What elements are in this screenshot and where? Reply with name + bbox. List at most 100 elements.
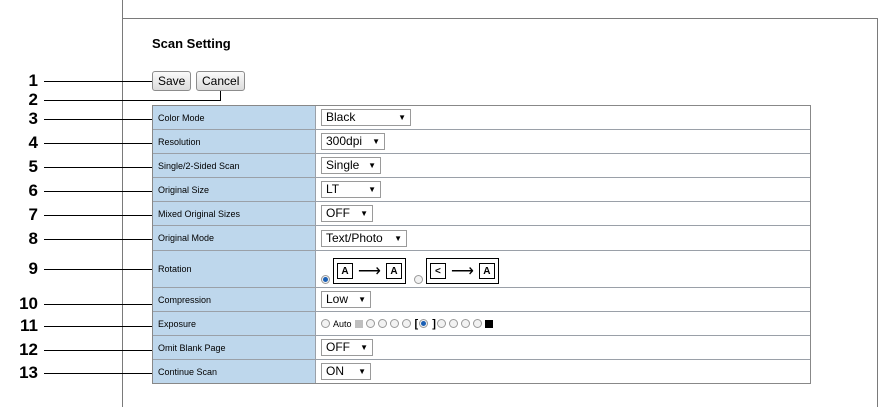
callout-line [44,81,152,82]
callout-number: 10 [19,294,38,313]
save-button[interactable]: Save [152,71,192,91]
original-mode-select[interactable]: Text/Photo ▼ [321,229,407,247]
select-value: 300dpi [326,134,363,148]
chevron-down-icon: ▼ [360,343,368,352]
chevron-down-icon: ▼ [368,161,376,170]
left-bracket-icon: [ [414,317,419,330]
page-title: Scan Setting [152,36,231,51]
callout-number: 12 [19,340,38,359]
rotated-letter-a-icon: < [429,263,446,279]
callout-2-riser [220,91,221,101]
row-value: ON ▼ [316,360,810,383]
row-label: Mixed Original Sizes [153,202,316,225]
callout-number: 9 [28,259,38,278]
callout-8: 8 [0,229,152,249]
exposure-level-4-radio[interactable] [401,319,411,328]
page-frame-top [122,18,878,19]
callout-number: 4 [28,133,38,152]
row-value: OFF ▼ [316,336,810,359]
callout-13: 13 [0,363,152,383]
mixed-sizes-select[interactable]: OFF ▼ [321,205,373,222]
exposure-level-1-radio[interactable] [365,319,375,328]
select-value: OFF [326,340,350,354]
row-value: Single ▼ [316,154,810,177]
rotation-option-2-diagram: < ⟶ A [425,258,499,284]
exposure-level-8-radio[interactable] [460,319,470,328]
page-frame-right [877,18,878,407]
row-value: Text/Photo ▼ [316,226,810,250]
letter-a-icon: A [385,263,402,279]
row-resolution: Resolution 300dpi ▼ [153,130,810,154]
row-value: A ⟶ A < ⟶ A [316,251,810,287]
exposure-control: Auto [ ] [316,312,810,335]
sided-scan-select[interactable]: Single ▼ [321,157,381,174]
exposure-level-2-radio[interactable] [377,319,387,328]
row-mixed-sizes: Mixed Original Sizes OFF ▼ [153,202,810,226]
continue-scan-select[interactable]: ON ▼ [321,363,371,380]
row-color-mode: Color Mode Black ▼ [153,106,810,130]
row-value: 300dpi ▼ [316,130,810,153]
callout-10: 10 [0,294,152,314]
row-value: Low ▼ [316,288,810,311]
callout-6: 6 [0,181,152,201]
exposure-level-3-radio[interactable] [389,319,399,328]
chevron-down-icon: ▼ [360,209,368,218]
rotation-option-1-radio[interactable] [321,275,330,284]
right-bracket-icon: ] [432,317,436,330]
row-original-size: Original Size LT ▼ [153,178,810,202]
row-label: Resolution [153,130,316,153]
callout-line [44,304,152,305]
row-value: OFF ▼ [316,202,810,225]
callout-number: 5 [28,157,38,176]
row-label: Original Size [153,178,316,201]
row-label: Compression [153,288,316,311]
exposure-level-7-radio[interactable] [448,319,458,328]
callout-line [44,191,152,192]
callout-number: 6 [28,181,38,200]
compression-select[interactable]: Low ▼ [321,291,371,308]
row-continue-scan: Continue Scan ON ▼ [153,360,810,383]
rotation-option-2-radio[interactable] [413,275,423,284]
scan-settings-table: Color Mode Black ▼ Resolution 300dpi ▼ S… [152,105,811,384]
callout-line [44,215,152,216]
callout-line [44,239,152,240]
select-value: Low [326,292,349,306]
exposure-level-9-radio[interactable] [472,319,482,328]
resolution-select[interactable]: 300dpi ▼ [321,133,385,150]
exposure-auto-label: Auto [333,318,352,329]
cancel-button[interactable]: Cancel [196,71,246,91]
select-value: Black [326,110,356,124]
select-value: LT [326,182,340,196]
callout-number: 8 [28,229,38,248]
row-rotation: Rotation A ⟶ A < ⟶ A [153,251,810,288]
row-omit-blank: Omit Blank Page OFF ▼ [153,336,810,360]
callout-7: 7 [0,205,152,225]
callout-line [44,326,152,327]
select-value: Text/Photo [326,230,383,245]
row-label: Rotation [153,251,316,287]
exposure-auto-radio[interactable] [321,319,330,328]
row-sided-scan: Single/2-Sided Scan Single ▼ [153,154,810,178]
callout-9: 9 [0,259,152,279]
callout-number: 1 [28,71,38,90]
original-size-select[interactable]: LT ▼ [321,181,381,198]
select-value: ON [326,364,344,378]
callout-line [44,119,152,120]
chevron-down-icon: ▼ [372,137,380,146]
row-label: Original Mode [153,226,316,250]
omit-blank-select[interactable]: OFF ▼ [321,339,373,356]
callout-line [44,269,152,270]
row-value: LT ▼ [316,178,810,201]
callout-4: 4 [0,133,152,153]
light-square-icon [354,319,363,328]
color-mode-select[interactable]: Black ▼ [321,109,411,126]
dark-square-icon [484,319,493,328]
callout-1: 1 [0,71,152,91]
callout-number: 11 [20,316,38,335]
exposure-level-5-radio[interactable] [419,319,429,328]
exposure-level-6-radio[interactable] [436,319,446,328]
page-frame-left [122,0,123,407]
row-label: Exposure [153,312,316,335]
right-arrow-icon: ⟶ [450,263,474,280]
letter-a-icon: A [337,263,353,279]
